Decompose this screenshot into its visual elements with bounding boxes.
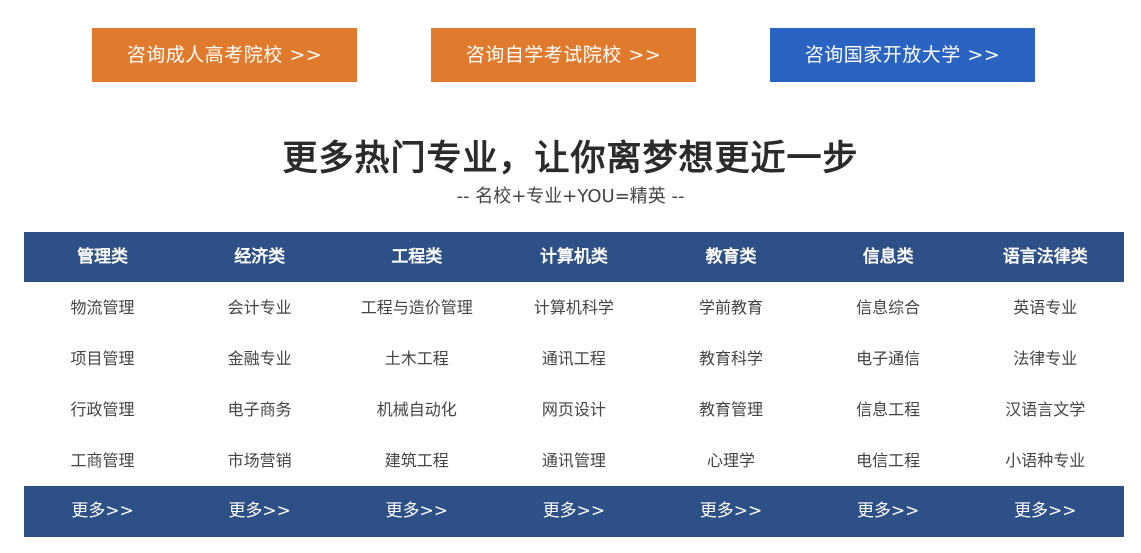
major-link[interactable]: 信息工程 (810, 384, 967, 435)
more-link[interactable]: 更多>> (810, 486, 967, 537)
major-link[interactable]: 网页设计 (495, 384, 652, 435)
major-link[interactable]: 教育管理 (653, 384, 810, 435)
major-link[interactable]: 会计专业 (181, 282, 338, 333)
section-headline: 更多热门专业，让你离梦想更近一步 (282, 139, 859, 179)
category-title: 工程类 (391, 247, 443, 267)
category-title: 信息类 (862, 247, 914, 267)
majors-row: 项目管理 金融专业 土木工程 通讯工程 教育科学 电子通信 法律专业 (24, 333, 1124, 384)
more-link[interactable]: 更多>> (338, 486, 495, 537)
majors-table: 管理类 经济类 工程类 计算机类 教育类 信息类 语言法律类 物流管理 会计专业… (24, 232, 1124, 537)
major-link[interactable]: 工程与造价管理 (338, 282, 495, 333)
majors-body: 物流管理 会计专业 工程与造价管理 计算机科学 学前教育 信息综合 英语专业 项… (24, 282, 1124, 486)
category-title: 教育类 (705, 247, 757, 267)
major-link[interactable]: 电子商务 (181, 384, 338, 435)
category-title: 经济类 (234, 247, 286, 267)
majors-header-row: 管理类 经济类 工程类 计算机类 教育类 信息类 语言法律类 (24, 232, 1124, 282)
major-link[interactable]: 行政管理 (24, 384, 181, 435)
major-link[interactable]: 小语种专业 (967, 435, 1124, 486)
consult-self-study-exam-button[interactable]: 咨询自学考试院校 >> (431, 28, 696, 82)
major-link[interactable]: 汉语言文学 (967, 384, 1124, 435)
more-link[interactable]: 更多>> (653, 486, 810, 537)
major-link[interactable]: 工商管理 (24, 435, 181, 486)
major-link[interactable]: 项目管理 (24, 333, 181, 384)
major-link[interactable]: 通讯工程 (495, 333, 652, 384)
major-link[interactable]: 心理学 (653, 435, 810, 486)
more-link[interactable]: 更多>> (495, 486, 652, 537)
major-link[interactable]: 机械自动化 (338, 384, 495, 435)
majors-row: 物流管理 会计专业 工程与造价管理 计算机科学 学前教育 信息综合 英语专业 (24, 282, 1124, 333)
major-link[interactable]: 法律专业 (967, 333, 1124, 384)
major-link[interactable]: 计算机科学 (495, 282, 652, 333)
major-link[interactable]: 教育科学 (653, 333, 810, 384)
category-title: 管理类 (77, 247, 129, 267)
major-link[interactable]: 英语专业 (967, 282, 1124, 333)
major-link[interactable]: 电信工程 (810, 435, 967, 486)
category-title: 语言法律类 (1002, 247, 1088, 267)
major-link[interactable]: 土木工程 (338, 333, 495, 384)
consult-adult-exam-button[interactable]: 咨询成人高考院校 >> (92, 28, 357, 82)
majors-row: 行政管理 电子商务 机械自动化 网页设计 教育管理 信息工程 汉语言文学 (24, 384, 1124, 435)
major-link[interactable]: 信息综合 (810, 282, 967, 333)
major-link[interactable]: 市场营销 (181, 435, 338, 486)
majors-row: 工商管理 市场营销 建筑工程 通讯管理 心理学 电信工程 小语种专业 (24, 435, 1124, 486)
more-link[interactable]: 更多>> (181, 486, 338, 537)
major-link[interactable]: 金融专业 (181, 333, 338, 384)
major-link[interactable]: 通讯管理 (495, 435, 652, 486)
consult-open-university-button[interactable]: 咨询国家开放大学 >> (770, 28, 1035, 82)
more-link[interactable]: 更多>> (24, 486, 181, 537)
category-title: 计算机类 (539, 247, 608, 267)
major-link[interactable]: 建筑工程 (338, 435, 495, 486)
majors-footer-row: 更多>> 更多>> 更多>> 更多>> 更多>> 更多>> 更多>> (24, 486, 1124, 537)
major-link[interactable]: 学前教育 (653, 282, 810, 333)
more-link[interactable]: 更多>> (967, 486, 1124, 537)
section-tagline: -- 名校+专业+YOU=精英 -- (456, 186, 685, 207)
major-link[interactable]: 电子通信 (810, 333, 967, 384)
major-link[interactable]: 物流管理 (24, 282, 181, 333)
